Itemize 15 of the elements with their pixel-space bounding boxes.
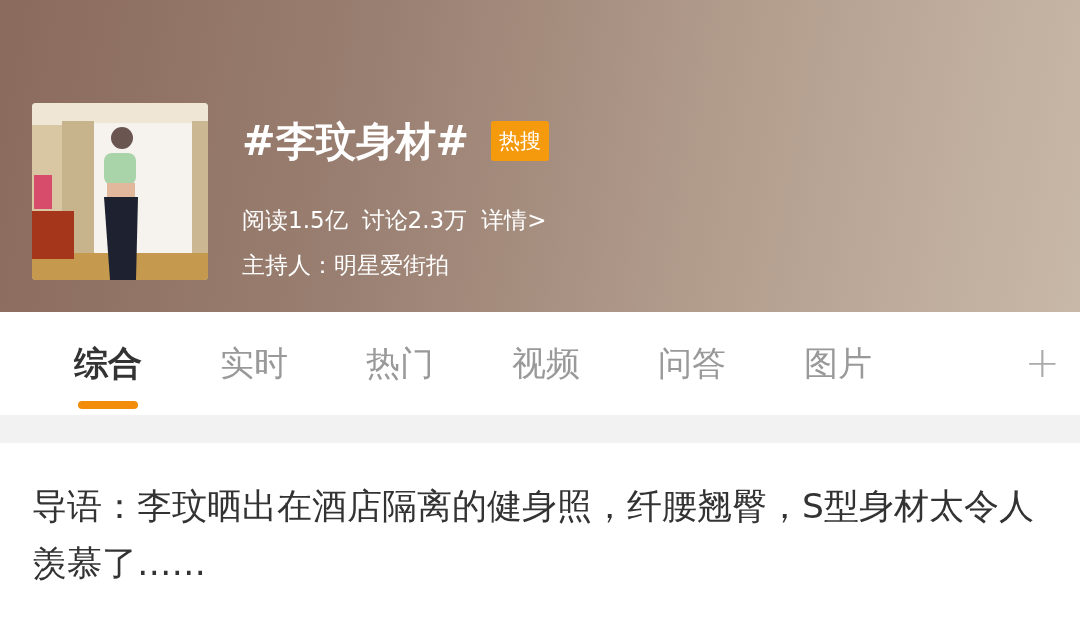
tab[interactable]: 热门	[327, 312, 473, 415]
active-tab-indicator	[78, 401, 138, 409]
details-link[interactable]: 详情>	[481, 205, 547, 236]
tab[interactable]: 综合	[35, 312, 181, 415]
stat-text: 讨论2.3万	[361, 206, 468, 235]
stat-text: 阅读1.5亿	[242, 206, 348, 235]
topic-title: #李玟身材#	[242, 116, 470, 166]
hot-badge: 热搜	[491, 121, 550, 161]
tab[interactable]: 视频	[473, 312, 619, 415]
host-text: 主持人：明星爱街拍	[242, 251, 450, 280]
add-tab-button[interactable]: +	[1024, 342, 1060, 384]
tab[interactable]: 图片	[765, 312, 911, 415]
tab[interactable]: 实时	[181, 312, 327, 415]
intro-text: 导语：李玟晒出在酒店隔离的健身照，纤腰翘臀，S型身材太令人羡慕了……	[31, 485, 1035, 585]
tab[interactable]: 问答	[619, 312, 765, 415]
